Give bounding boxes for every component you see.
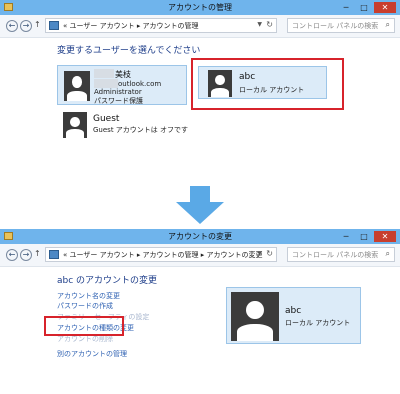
up-arrow-icon[interactable]: ↑ xyxy=(34,20,41,29)
refresh-icon[interactable]: ↻ xyxy=(266,20,273,29)
rename-account-link[interactable]: アカウント名の変更 xyxy=(57,291,120,301)
chevron-down-icon[interactable]: ▼ xyxy=(257,21,262,28)
page-title: 変更するユーザーを選んでください xyxy=(57,46,201,56)
maximize-button[interactable]: □ xyxy=(356,231,372,242)
change-account-window: アカウントの変更 ─ □ ✕ ← → ↑ « ユーザー アカウント ▸ アカウン… xyxy=(0,229,400,394)
control-panel-icon xyxy=(49,250,59,259)
account-tile-admin[interactable]: 美枝 outlook.com Administrator パスワード保護 xyxy=(57,65,187,105)
manage-accounts-window: アカウントの管理 ─ □ ✕ ← → ↑ « ユーザー アカウント ▸ アカウン… xyxy=(0,0,400,180)
minimize-button[interactable]: ─ xyxy=(338,2,354,13)
breadcrumb[interactable]: « ユーザー アカウント ▸ アカウントの管理 xyxy=(63,21,199,31)
redacted-email xyxy=(94,79,118,88)
control-panel-icon xyxy=(49,21,59,30)
forward-arrow-icon[interactable]: → xyxy=(20,20,32,32)
search-input[interactable]: コントロール パネルの検索 ⌕ xyxy=(287,247,395,262)
create-password-link[interactable]: パスワードの作成 xyxy=(57,301,113,311)
address-toolbar: ← → ↑ « ユーザー アカウント ▸ アカウントの管理 ▸ アカウントの変更… xyxy=(0,244,400,267)
account-name: abc xyxy=(285,306,302,316)
close-button[interactable]: ✕ xyxy=(374,2,396,13)
account-name: Guest xyxy=(93,114,120,124)
account-tile-abc: abc ローカル アカウント xyxy=(226,287,361,344)
avatar xyxy=(231,292,279,341)
manage-other-account-link[interactable]: 別のアカウントの管理 xyxy=(57,349,127,359)
up-arrow-icon[interactable]: ↑ xyxy=(34,249,41,258)
address-toolbar: ← → ↑ « ユーザー アカウント ▸ アカウントの管理 ▼ ↻ コントロール… xyxy=(0,15,400,38)
account-status: パスワード保護 xyxy=(94,97,143,105)
search-placeholder: コントロール パネルの検索 xyxy=(292,22,379,30)
refresh-icon[interactable]: ↻ xyxy=(266,249,273,258)
account-tile-guest[interactable]: Guest Guest アカウントは オフです xyxy=(57,110,189,140)
search-input[interactable]: コントロール パネルの検索 ⌕ xyxy=(287,18,395,33)
account-email: outlook.com xyxy=(118,80,162,88)
maximize-button[interactable]: □ xyxy=(356,2,372,13)
chevron-down-icon[interactable]: ▼ xyxy=(257,250,262,257)
down-arrow-icon xyxy=(176,186,224,224)
title-bar: アカウントの変更 ─ □ ✕ xyxy=(0,229,400,244)
breadcrumb[interactable]: « ユーザー アカウント ▸ アカウントの管理 ▸ アカウントの変更 xyxy=(63,250,263,260)
highlight-box xyxy=(44,316,124,336)
highlight-box xyxy=(191,58,344,110)
title-bar: アカウントの管理 ─ □ ✕ xyxy=(0,0,400,15)
account-status: Guest アカウントは オフです xyxy=(93,126,189,134)
page-title: abc のアカウントの変更 xyxy=(57,276,158,286)
avatar xyxy=(63,112,87,139)
minimize-button[interactable]: ─ xyxy=(338,231,354,242)
close-button[interactable]: ✕ xyxy=(374,231,396,242)
address-bar[interactable]: « ユーザー アカウント ▸ アカウントの管理 ▸ アカウントの変更 ▼ ↻ xyxy=(45,247,277,262)
back-arrow-icon[interactable]: ← xyxy=(6,249,18,261)
forward-arrow-icon[interactable]: → xyxy=(20,249,32,261)
search-icon[interactable]: ⌕ xyxy=(386,249,390,259)
avatar xyxy=(64,71,90,101)
account-role: Administrator xyxy=(94,88,142,96)
back-arrow-icon[interactable]: ← xyxy=(6,20,18,32)
account-type: ローカル アカウント xyxy=(285,319,351,327)
address-bar[interactable]: « ユーザー アカウント ▸ アカウントの管理 ▼ ↻ xyxy=(45,18,277,33)
redacted-name xyxy=(94,69,114,78)
search-placeholder: コントロール パネルの検索 xyxy=(292,251,379,259)
search-icon[interactable]: ⌕ xyxy=(386,20,390,30)
